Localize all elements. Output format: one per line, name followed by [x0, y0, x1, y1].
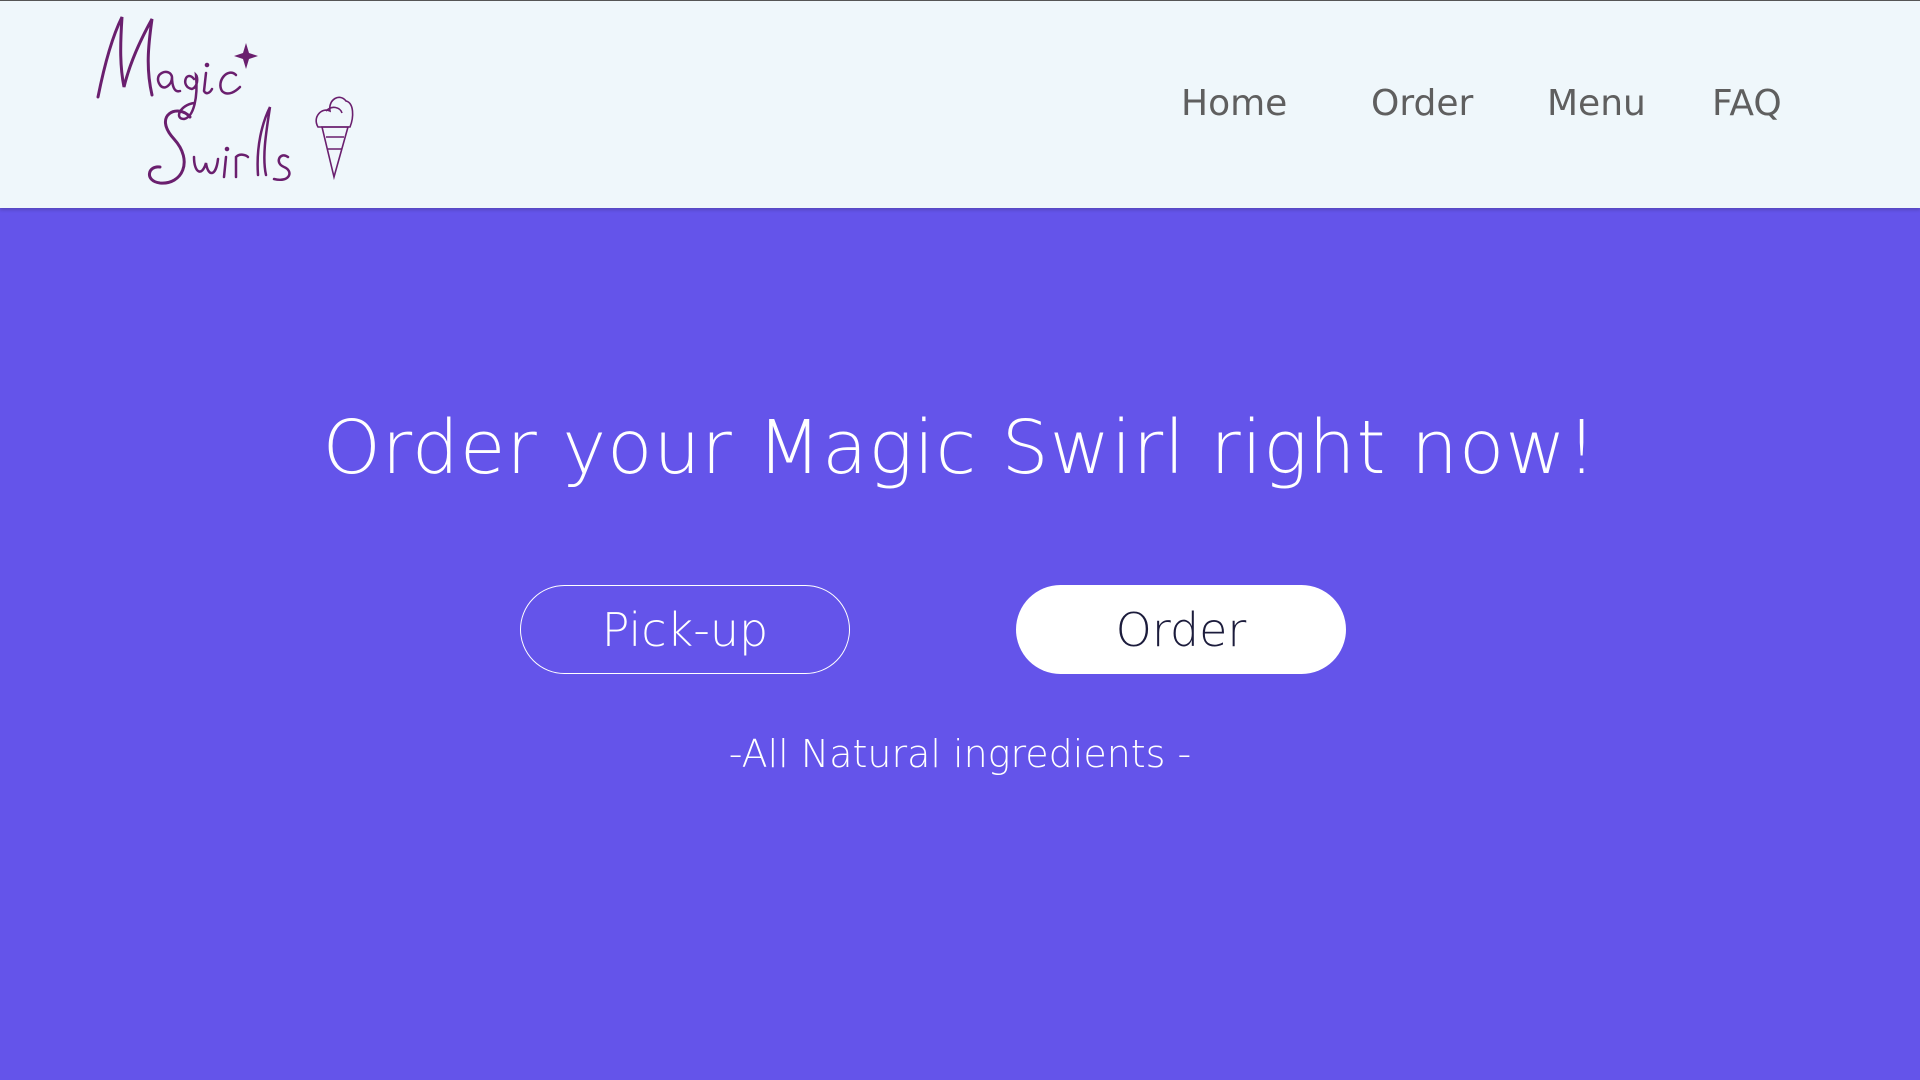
- nav-faq-link[interactable]: FAQ: [1712, 83, 1782, 124]
- nav-order-link[interactable]: Order: [1371, 83, 1473, 124]
- tagline: -All Natural ingredients -: [728, 732, 1192, 776]
- order-button[interactable]: Order: [1016, 585, 1346, 674]
- nav-home-link[interactable]: Home: [1181, 83, 1287, 124]
- main-nav: Home Order Menu FAQ: [0, 1, 1920, 209]
- pickup-button[interactable]: Pick-up: [520, 585, 850, 674]
- hero-title: Order your Magic Swirl right now!: [322, 405, 1598, 491]
- site-header: Home Order Menu FAQ: [0, 0, 1920, 208]
- nav-menu-link[interactable]: Menu: [1547, 83, 1646, 124]
